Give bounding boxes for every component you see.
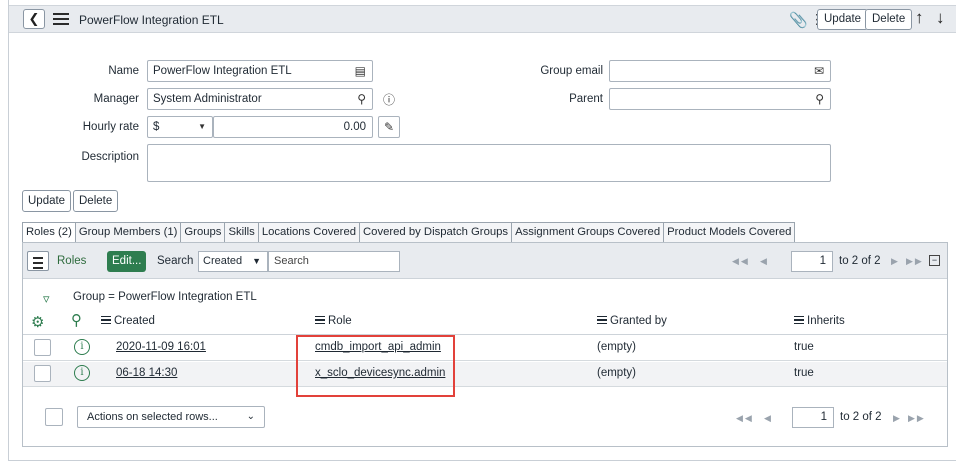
back-button[interactable]: ❮ [23, 9, 45, 29]
update-button[interactable]: Update [22, 190, 72, 212]
column-created-label: Created [114, 315, 155, 327]
tab-roles[interactable]: Roles (2) [22, 222, 76, 242]
tab-locations-covered[interactable]: Locations Covered [257, 222, 361, 242]
record-title: PowerFlow Integration ETL [79, 13, 224, 27]
record-frame: ❮ PowerFlow Integration ETL 📎 ☰ ooo Upda… [8, 0, 956, 461]
first-page-icon[interactable]: ◀◀ [732, 256, 750, 267]
list-menu-icon[interactable] [27, 251, 49, 271]
column-header-created[interactable]: Created [101, 315, 155, 327]
search-label: Search [157, 255, 194, 267]
page-range: to 2 of 2 [839, 255, 881, 267]
header-update-button[interactable]: Update [817, 9, 869, 30]
inherits-value: true [794, 367, 814, 379]
footer-page-input[interactable]: 1 [792, 407, 834, 428]
hourly-rate-label: Hourly rate [82, 121, 139, 133]
inherits-value: true [794, 341, 814, 353]
name-value: PowerFlow Integration ETL [153, 65, 292, 77]
tab-group-members[interactable]: Group Members (1) [74, 222, 182, 242]
search-field-select[interactable]: Created ▼ [198, 251, 268, 272]
chevron-left-icon: ❮ [28, 11, 40, 26]
envelope-icon[interactable]: ✉ [814, 61, 824, 81]
info-icon[interactable]: i [74, 339, 90, 355]
search-icon[interactable]: ⚲ [357, 89, 366, 109]
group-email-field[interactable]: ✉ [609, 60, 831, 82]
filter-funnel-icon[interactable]: ▿ [43, 291, 50, 307]
description-label: Description [81, 151, 139, 163]
column-role-label: Role [328, 315, 352, 327]
row-checkbox[interactable] [34, 365, 51, 382]
created-link[interactable]: 06-18 14:30 [116, 367, 177, 379]
search-input[interactable]: Search [268, 251, 400, 272]
currency-value: $ [153, 121, 160, 133]
tab-groups[interactable]: Groups [180, 222, 226, 242]
next-page-icon[interactable]: ▶ [893, 413, 902, 424]
footer-page-range: to 2 of 2 [840, 411, 882, 423]
manager-value: System Administrator [153, 93, 262, 105]
page-input[interactable]: 1 [791, 251, 833, 272]
group-email-label: Group email [540, 65, 603, 77]
granted-by-value: (empty) [597, 341, 636, 353]
next-page-icon[interactable]: ▶ [891, 256, 900, 267]
delete-button[interactable]: Delete [73, 190, 119, 212]
select-all-checkbox[interactable] [45, 408, 63, 426]
arrow-up-icon[interactable]: ↑ [915, 8, 924, 28]
filter-breadcrumb[interactable]: Group = PowerFlow Integration ETL [73, 291, 257, 303]
currency-select[interactable]: $ ▼ [147, 116, 213, 138]
granted-by-value: (empty) [597, 367, 636, 379]
manager-label: Manager [93, 93, 139, 105]
name-field[interactable]: PowerFlow Integration ETL ▤ [147, 60, 373, 82]
tab-assignment-groups-covered[interactable]: Assignment Groups Covered [511, 222, 665, 242]
tab-skills[interactable]: Skills [224, 222, 259, 242]
paperclip-icon[interactable]: 📎 [789, 11, 808, 29]
last-page-icon[interactable]: ▶▶ [906, 256, 924, 267]
info-icon[interactable]: ⓘ [378, 88, 400, 110]
tab-product-models-covered[interactable]: Product Models Covered [663, 222, 796, 242]
related-list-tabs: Roles (2) Group Members (1) Groups Skill… [22, 222, 796, 242]
column-granted-by-label: Granted by [610, 315, 667, 327]
info-icon[interactable]: i [74, 365, 90, 381]
row-checkbox[interactable] [34, 339, 51, 356]
previous-page-icon[interactable]: ◀ [760, 256, 769, 267]
hourly-rate-input[interactable]: 0.00 [213, 116, 373, 138]
suggestion-icon[interactable]: ▤ [355, 61, 366, 81]
list-title-roles[interactable]: Roles [57, 255, 86, 267]
edit-button[interactable]: Edit... [107, 251, 147, 272]
previous-page-icon[interactable]: ◀ [764, 413, 773, 424]
column-header-inherits[interactable]: Inherits [794, 315, 845, 327]
list-toolbar: Roles Edit... Search Created ▼ Search ◀◀… [23, 243, 947, 279]
caret-down-icon: ▼ [252, 256, 261, 266]
column-inherits-label: Inherits [807, 315, 845, 327]
column-header-role[interactable]: Role [315, 315, 352, 327]
created-link[interactable]: 2020-11-09 16:01 [116, 341, 206, 353]
last-page-icon[interactable]: ▶▶ [908, 413, 926, 424]
collapse-icon[interactable]: − [929, 255, 940, 266]
manager-field[interactable]: System Administrator ⚲ [147, 88, 373, 110]
chevron-down-icon: ⌄ [246, 411, 255, 422]
form-context-menu-icon[interactable] [53, 13, 69, 25]
caret-down-icon: ▼ [198, 122, 206, 131]
arrow-down-icon[interactable]: ↓ [936, 8, 945, 28]
search-field-value: Created [203, 255, 243, 267]
actions-select-value: Actions on selected rows... [87, 411, 218, 423]
search-icon[interactable]: ⚲ [815, 89, 824, 109]
name-label: Name [108, 65, 139, 77]
form-header: ❮ PowerFlow Integration ETL 📎 ☰ ooo Upda… [9, 5, 956, 33]
description-textarea[interactable] [147, 144, 831, 182]
column-header-row: Created Role Granted by Inherits [23, 309, 947, 335]
tab-covered-by-dispatch-groups[interactable]: Covered by Dispatch Groups [359, 222, 513, 242]
pencil-icon[interactable]: ✎ [378, 116, 400, 138]
parent-label: Parent [569, 93, 603, 105]
header-delete-button[interactable]: Delete [865, 9, 913, 30]
first-page-icon[interactable]: ◀◀ [736, 413, 754, 424]
role-highlight-box [296, 335, 455, 397]
table-row: i 06-18 14:30 x_sclo_devicesync.admin (e… [23, 362, 947, 387]
column-header-granted-by[interactable]: Granted by [597, 315, 667, 327]
parent-field[interactable]: ⚲ [609, 88, 831, 110]
actions-select[interactable]: Actions on selected rows... ⌄ [77, 406, 265, 428]
table-row: i 2020-11-09 16:01 cmdb_import_api_admin… [23, 336, 947, 361]
